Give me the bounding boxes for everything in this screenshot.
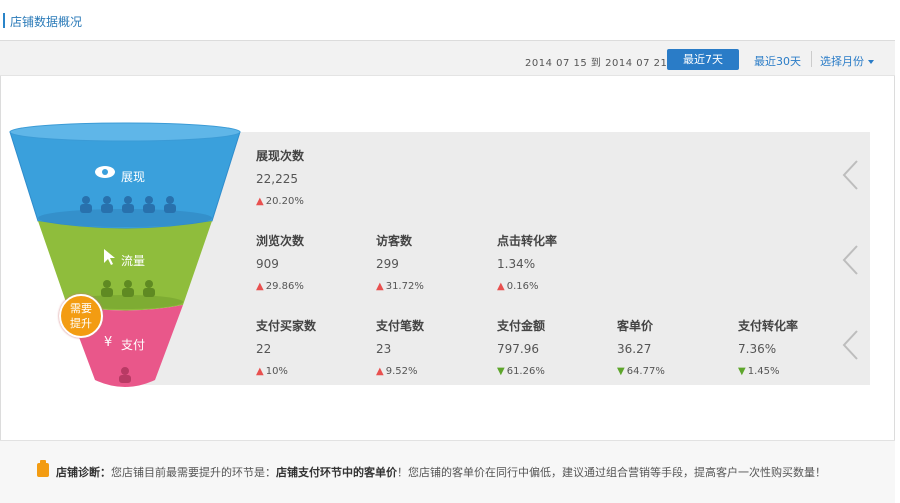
funnel-top-rim <box>9 122 241 142</box>
title-accent-bar <box>3 13 5 28</box>
funnel-label-payment: 支付 <box>121 338 146 352</box>
metric-change: ▼ 1.45% <box>738 366 798 377</box>
metric-value: 1.34% <box>497 257 536 271</box>
arrow-down-icon: ▼ <box>738 366 746 377</box>
badge-line-1: 需要 <box>70 302 92 315</box>
diagnosis-label: 店铺诊断： <box>56 466 111 479</box>
arrow-up-icon: ▲ <box>376 281 384 292</box>
date-range-text: 2014 07 15 到 2014 07 21 <box>525 58 668 69</box>
metric-value: 7.36% <box>738 342 777 356</box>
metric-label: 访客数 <box>376 234 413 248</box>
metric-label: 客单价 <box>617 319 654 333</box>
metric-value: 23 <box>376 342 392 356</box>
metric-click-conversion: 点击转化率 1.34% ▲ 0.16% <box>497 232 557 292</box>
arrow-down-icon: ▼ <box>617 366 625 377</box>
page-title: 店铺数据概况 <box>10 15 83 29</box>
metric-payment-count: 支付笔数 23 ▲ 9.52% <box>376 317 424 377</box>
metric-label: 点击转化率 <box>497 234 558 248</box>
diagnosis-text: 店铺诊断：您店铺目前最需要提升的环节是：店铺支付环节中的客单价！您店铺的客单价在… <box>56 464 826 480</box>
arrow-up-icon: ▲ <box>256 281 264 292</box>
metric-change: ▲ 9.52% <box>376 366 424 377</box>
clipboard-icon <box>37 460 49 477</box>
metric-change: ▲ 20.20% <box>256 196 304 207</box>
badge-line-2: 提升 <box>70 317 92 330</box>
metric-impressions: 展现次数 22,225 ▲ 20.20% <box>256 147 304 207</box>
toolbar-divider <box>811 51 812 67</box>
chevron-left-icon[interactable] <box>841 245 859 275</box>
arrow-down-icon: ▼ <box>497 366 505 377</box>
metric-change-value: 29.86% <box>265 281 304 292</box>
metric-change-value: 10% <box>265 366 288 377</box>
metric-label: 浏览次数 <box>256 234 305 248</box>
month-select-dropdown[interactable]: 选择月份 <box>820 53 874 69</box>
metric-value: 22,225 <box>256 172 298 186</box>
last-30-days-link[interactable]: 最近30天 <box>754 53 801 69</box>
arrow-up-icon: ▲ <box>256 366 264 377</box>
metric-change: ▲ 29.86% <box>256 281 304 292</box>
chevron-left-icon[interactable] <box>841 160 859 190</box>
metric-value: 909 <box>256 257 279 271</box>
metric-change: ▼ 61.26% <box>497 366 545 377</box>
metric-label: 支付金额 <box>497 319 546 333</box>
funnel-label-traffic: 流量 <box>121 254 146 268</box>
title-bar: 店铺数据概况 <box>0 0 900 40</box>
metric-change: ▲ 0.16% <box>497 281 557 292</box>
metric-label: 支付转化率 <box>738 319 799 333</box>
last-7-days-button[interactable]: 最近7天 <box>667 49 739 70</box>
metric-value: 299 <box>376 257 399 271</box>
chevron-left-icon[interactable] <box>841 330 859 360</box>
metric-label: 支付买家数 <box>256 319 317 333</box>
metric-value: 36.27 <box>617 342 652 356</box>
chevron-down-icon <box>868 60 874 64</box>
metric-change: ▲ 10% <box>256 366 316 377</box>
metric-payment-amount: 支付金额 797.96 ▼ 61.26% <box>497 317 545 377</box>
metric-value: 797.96 <box>497 342 539 356</box>
metric-change-value: 31.72% <box>385 281 424 292</box>
eye-icon <box>95 166 115 178</box>
metric-change-value: 0.16% <box>506 281 539 292</box>
diagnosis-text-1: 您店铺目前最需要提升的环节是： <box>111 466 276 479</box>
funnel-label-impression: 展现 <box>121 170 146 184</box>
yen-icon: ¥ <box>104 335 112 350</box>
metric-change: ▲ 31.72% <box>376 281 424 292</box>
arrow-up-icon: ▲ <box>497 281 505 292</box>
month-select-label: 选择月份 <box>820 55 864 68</box>
metric-label: 支付笔数 <box>376 319 425 333</box>
metric-visitors: 访客数 299 ▲ 31.72% <box>376 232 424 292</box>
diagnosis-text-2: ！您店铺的客单价在同行中偏低，建议通过组合营销等手段，提高客户一次性购买数量！ <box>397 466 826 479</box>
metric-paying-buyers: 支付买家数 22 ▲ 10% <box>256 317 316 377</box>
metric-change: ▼ 64.77% <box>617 366 665 377</box>
metric-change-value: 9.52% <box>385 366 418 377</box>
metric-change-value: 1.45% <box>747 366 780 377</box>
metric-label: 展现次数 <box>256 149 305 163</box>
arrow-up-icon: ▲ <box>256 196 264 207</box>
diagnosis-highlight: 店铺支付环节中的客单价 <box>276 466 397 479</box>
metric-avg-order-value: 客单价 36.27 ▼ 64.77% <box>617 317 665 377</box>
people-icons-row-2 <box>101 280 155 297</box>
arrow-up-icon: ▲ <box>376 366 384 377</box>
date-toolbar: 2014 07 15 到 2014 07 21 最近7天 最近30天 选择月份 <box>0 40 895 76</box>
metric-value: 22 <box>256 342 272 356</box>
metric-page-views: 浏览次数 909 ▲ 29.86% <box>256 232 304 292</box>
metric-change-value: 20.20% <box>265 196 304 207</box>
metric-change-value: 64.77% <box>626 366 665 377</box>
metric-payment-conversion: 支付转化率 7.36% ▼ 1.45% <box>738 317 798 377</box>
metric-change-value: 61.26% <box>506 366 545 377</box>
diagnosis-bar: 店铺诊断：您店铺目前最需要提升的环节是：店铺支付环节中的客单价！您店铺的客单价在… <box>0 440 895 503</box>
needs-improvement-badge: 需要 提升 <box>59 294 103 338</box>
